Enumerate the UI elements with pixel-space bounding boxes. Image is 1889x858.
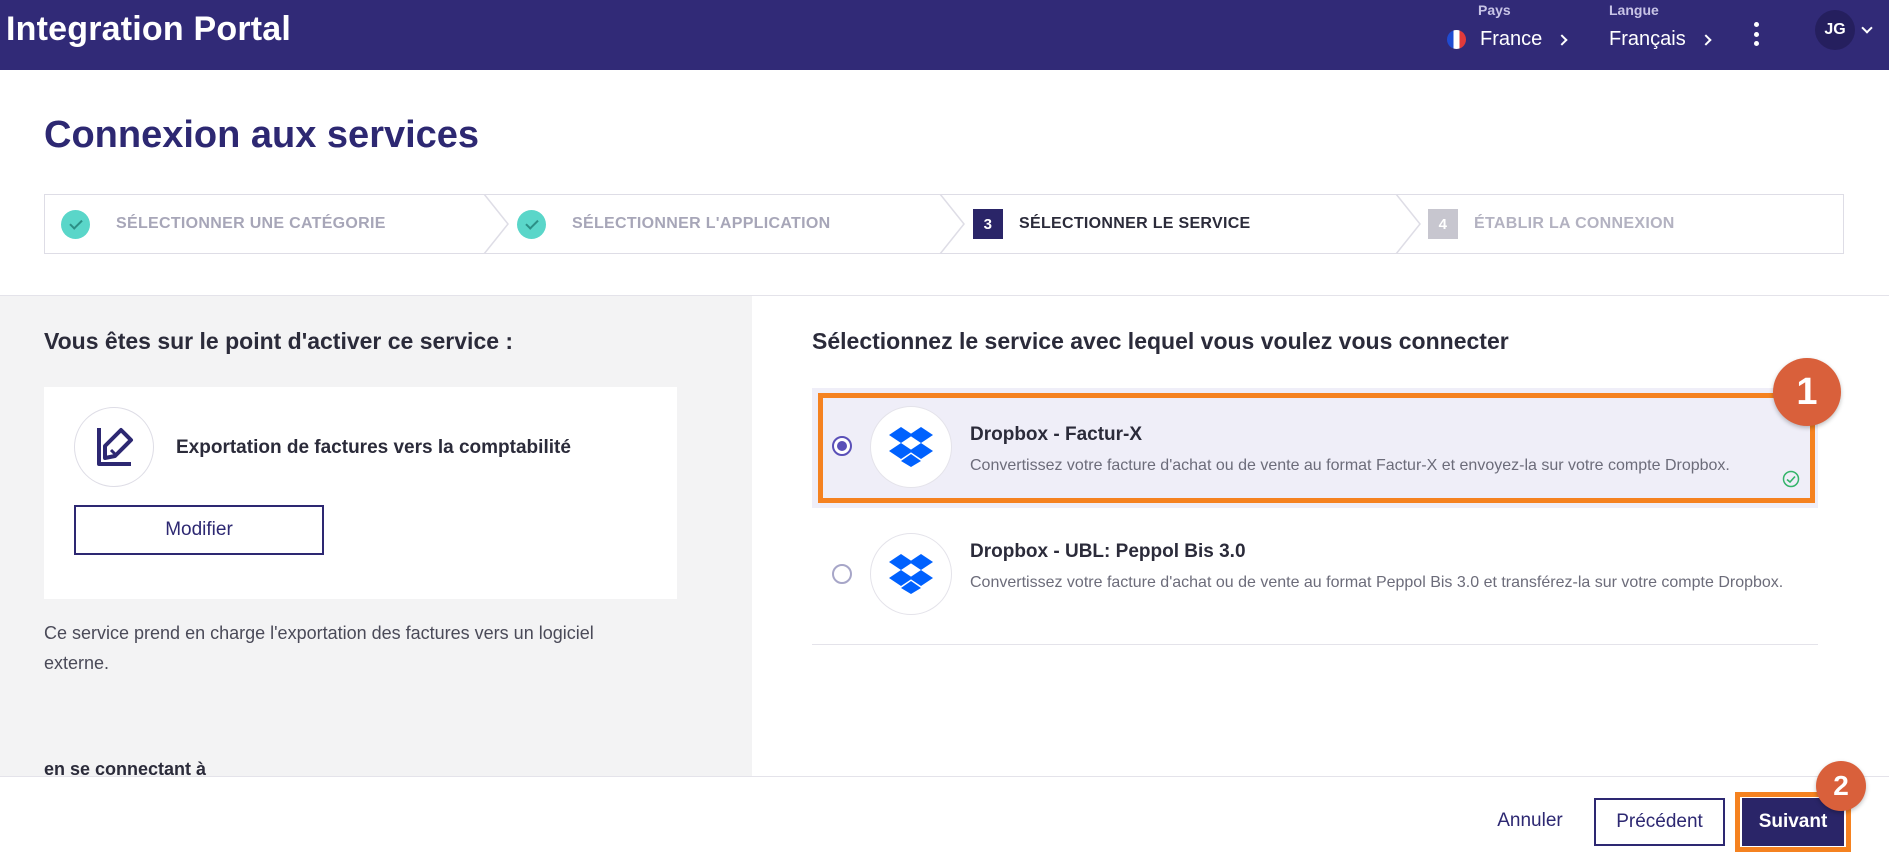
country-value: France xyxy=(1480,28,1543,50)
step-label: SÉLECTIONNER UNE CATÉGORIE xyxy=(116,215,386,232)
language-value: Français xyxy=(1609,28,1686,50)
footer: Annuler Précédent Suivant xyxy=(0,776,1889,858)
step-separator xyxy=(939,194,965,254)
highlight-box-option xyxy=(818,393,1815,503)
france-flag-icon xyxy=(1447,30,1466,49)
app-title: Integration Portal xyxy=(6,10,292,48)
stepper: SÉLECTIONNER UNE CATÉGORIE SÉLECTIONNER … xyxy=(44,194,1844,254)
service-card: Exportation de factures vers la comptabi… xyxy=(44,387,677,599)
step-separator xyxy=(483,194,509,254)
chevron-down-icon[interactable] xyxy=(1861,22,1873,34)
radio-button[interactable] xyxy=(832,564,852,584)
step-separator xyxy=(1395,194,1421,254)
avatar[interactable]: JG xyxy=(1815,10,1855,50)
country-selector[interactable]: Pays France xyxy=(1447,0,1568,70)
step-label: SÉLECTIONNER L'APPLICATION xyxy=(572,215,831,232)
page-title: Connexion aux services xyxy=(44,114,480,156)
callout-badge-1: 1 xyxy=(1773,358,1841,426)
previous-button[interactable]: Précédent xyxy=(1594,798,1725,846)
step-select-category[interactable]: SÉLECTIONNER UNE CATÉGORIE xyxy=(61,195,386,253)
step-number: 3 xyxy=(973,209,1003,239)
service-option-dropbox-peppol[interactable]: Dropbox - UBL: Peppol Bis 3.0 Convertiss… xyxy=(812,520,1818,645)
step-label: SÉLECTIONNER LE SERVICE xyxy=(1019,215,1251,232)
step-number: 4 xyxy=(1428,209,1458,239)
step-establish-connection: 4 ÉTABLIR LA CONNEXION xyxy=(1428,195,1675,253)
top-bar: Integration Portal Pays France Langue Fr… xyxy=(0,0,1889,70)
cancel-button[interactable]: Annuler xyxy=(1480,799,1580,843)
language-label: Langue xyxy=(1609,2,1659,18)
step-select-application[interactable]: SÉLECTIONNER L'APPLICATION xyxy=(517,195,830,253)
check-icon xyxy=(61,209,90,239)
option-title: Dropbox - UBL: Peppol Bis 3.0 xyxy=(970,541,1246,562)
option-description: Convertissez votre facture d'achat ou de… xyxy=(970,574,1784,591)
country-label: Pays xyxy=(1478,2,1511,18)
invoice-export-icon xyxy=(74,407,154,487)
left-panel: Vous êtes sur le point d'activer ce serv… xyxy=(0,296,752,779)
right-heading: Sélectionnez le service avec lequel vous… xyxy=(812,328,1509,354)
chevron-right-icon xyxy=(1556,33,1568,46)
language-selector[interactable]: Langue Français xyxy=(1609,0,1729,70)
callout-badge-2: 2 xyxy=(1816,761,1866,811)
step-select-service: 3 SÉLECTIONNER LE SERVICE xyxy=(973,195,1251,253)
service-description: Ce service prend en charge l'exportation… xyxy=(44,623,594,673)
left-heading: Vous êtes sur le point d'activer ce serv… xyxy=(44,328,514,354)
service-name: Exportation de factures vers la comptabi… xyxy=(176,437,571,458)
kebab-menu-icon[interactable] xyxy=(1750,20,1762,48)
chevron-right-icon xyxy=(1700,33,1712,46)
modify-button[interactable]: Modifier xyxy=(74,505,324,555)
check-icon xyxy=(517,209,546,239)
step-label: ÉTABLIR LA CONNEXION xyxy=(1474,215,1675,232)
dropbox-icon xyxy=(870,533,952,615)
